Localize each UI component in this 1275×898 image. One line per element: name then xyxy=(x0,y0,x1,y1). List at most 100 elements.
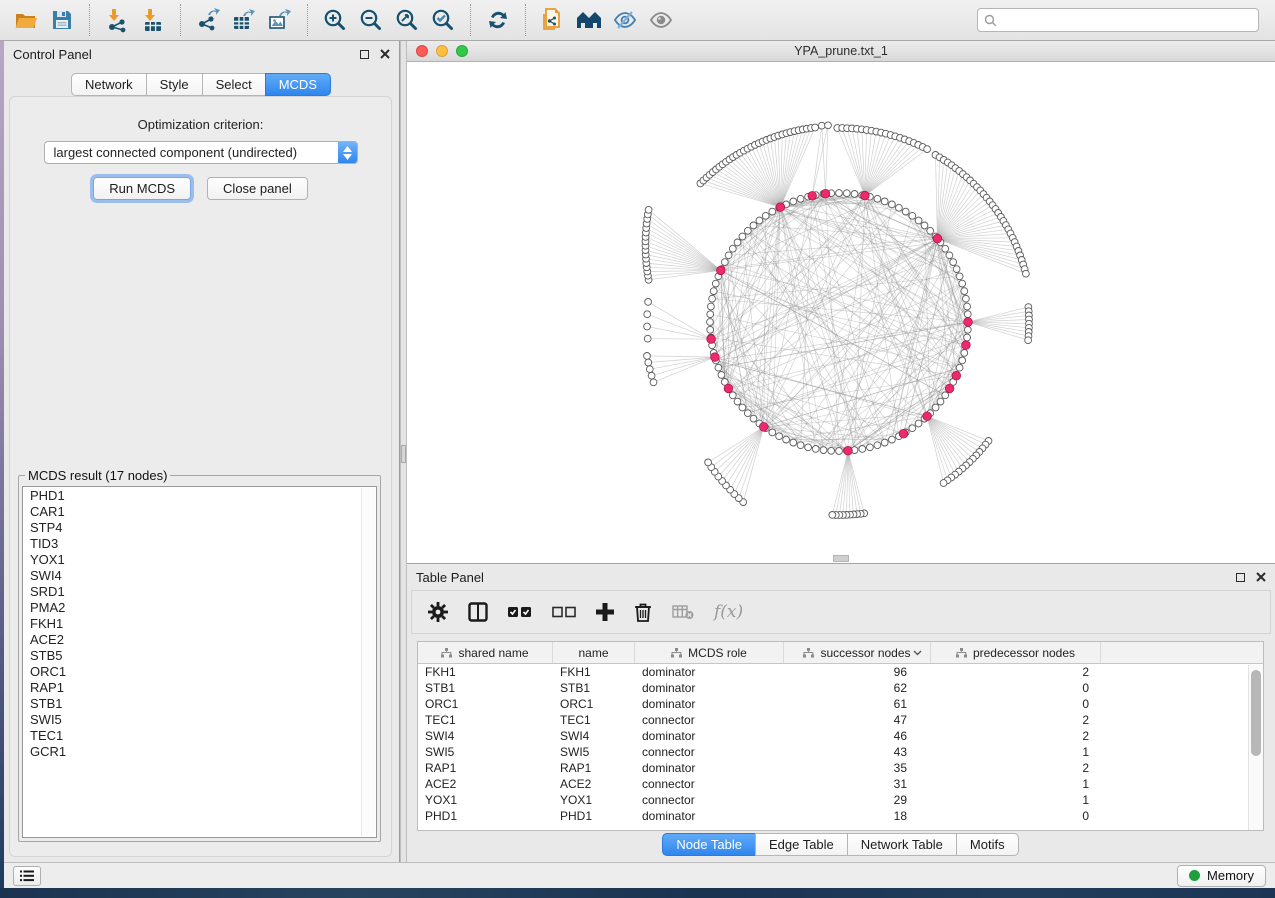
share-network-button[interactable] xyxy=(535,3,571,37)
table-cell[interactable]: 61 xyxy=(784,697,931,711)
mcds-result-item[interactable]: GCR1 xyxy=(23,744,376,760)
network-node[interactable] xyxy=(924,146,931,153)
table-cell[interactable]: 0 xyxy=(931,809,1101,823)
table-cell[interactable]: connector xyxy=(635,745,784,759)
table-cell[interactable]: TEC1 xyxy=(418,713,553,727)
table-cell[interactable]: dominator xyxy=(635,809,784,823)
mcds-result-item[interactable]: TID3 xyxy=(23,536,376,552)
table-cell[interactable]: 1 xyxy=(931,777,1101,791)
save-session-button[interactable] xyxy=(44,3,80,37)
network-node[interactable] xyxy=(705,459,712,466)
network-node[interactable] xyxy=(644,335,651,342)
network-node[interactable] xyxy=(729,392,736,399)
network-node[interactable] xyxy=(932,404,939,411)
network-node[interactable] xyxy=(874,442,881,449)
network-node[interactable] xyxy=(915,420,922,427)
network-node[interactable] xyxy=(645,359,652,366)
network-node[interactable] xyxy=(889,436,896,443)
hide-graphics-details-button[interactable] xyxy=(607,3,643,37)
network-node[interactable] xyxy=(734,398,741,405)
column-header-shared-name[interactable]: shared name xyxy=(418,642,553,663)
network-node[interactable] xyxy=(942,245,949,252)
table-row[interactable]: SWI4SWI4dominator462 xyxy=(418,728,1263,744)
column-header-mcds-role[interactable]: MCDS role xyxy=(635,642,784,663)
select-all-button[interactable] xyxy=(508,605,532,619)
network-dominator-node[interactable] xyxy=(933,234,942,243)
network-node[interactable] xyxy=(708,303,715,310)
table-cell[interactable]: 2 xyxy=(931,761,1101,775)
network-node[interactable] xyxy=(762,212,769,219)
network-node[interactable] xyxy=(851,191,858,198)
table-cell[interactable]: 47 xyxy=(784,713,931,727)
network-node[interactable] xyxy=(942,392,949,399)
tab-network-table[interactable]: Network Table xyxy=(847,833,957,856)
table-cell[interactable]: STB1 xyxy=(553,681,635,695)
show-graphics-details-button[interactable] xyxy=(643,3,679,37)
network-node[interactable] xyxy=(889,201,896,208)
network-node[interactable] xyxy=(750,415,757,422)
open-session-button[interactable] xyxy=(8,3,44,37)
table-cell[interactable]: connector xyxy=(635,793,784,807)
table-row[interactable]: ORC1ORC1dominator610 xyxy=(418,696,1263,712)
table-cell[interactable]: 0 xyxy=(931,681,1101,695)
table-cell[interactable]: ORC1 xyxy=(418,697,553,711)
table-cell[interactable]: 1 xyxy=(931,793,1101,807)
table-cell[interactable]: 46 xyxy=(784,729,931,743)
network-dominator-node[interactable] xyxy=(717,266,726,275)
network-node[interactable] xyxy=(707,311,714,318)
mcds-result-item[interactable]: RAP1 xyxy=(23,680,376,696)
network-node[interactable] xyxy=(921,222,928,229)
table-cell[interactable]: SWI4 xyxy=(418,729,553,743)
network-node[interactable] xyxy=(902,208,909,215)
table-cell[interactable]: 18 xyxy=(784,809,931,823)
network-node[interactable] xyxy=(820,447,827,454)
network-node[interactable] xyxy=(707,319,714,326)
window-close-button[interactable] xyxy=(416,45,428,57)
network-node[interactable] xyxy=(718,372,725,379)
network-node[interactable] xyxy=(1025,337,1032,344)
network-node[interactable] xyxy=(756,217,763,224)
network-overview-button[interactable] xyxy=(571,3,607,37)
network-node[interactable] xyxy=(797,442,804,449)
network-node[interactable] xyxy=(710,288,717,295)
table-cell[interactable]: STB1 xyxy=(418,681,553,695)
network-node[interactable] xyxy=(805,444,812,451)
network-node[interactable] xyxy=(828,447,835,454)
network-node[interactable] xyxy=(946,252,953,259)
network-node[interactable] xyxy=(729,245,736,252)
table-cell[interactable]: connector xyxy=(635,713,784,727)
network-node[interactable] xyxy=(644,323,651,330)
table-scrollbar-thumb[interactable] xyxy=(1251,670,1261,756)
delete-column-button[interactable] xyxy=(634,602,652,622)
table-cell[interactable]: dominator xyxy=(635,681,784,695)
tab-mcds[interactable]: MCDS xyxy=(265,73,331,96)
memory-button[interactable]: Memory xyxy=(1177,865,1266,887)
network-node[interactable] xyxy=(881,439,888,446)
horizontal-splitter-handle[interactable] xyxy=(833,555,849,562)
refresh-layout-button[interactable] xyxy=(480,3,516,37)
network-node[interactable] xyxy=(709,295,716,302)
show-task-history-button[interactable] xyxy=(13,866,41,886)
network-node[interactable] xyxy=(790,198,797,205)
delete-table-button[interactable] xyxy=(672,604,694,620)
network-dominator-node[interactable] xyxy=(923,412,932,421)
network-dominator-node[interactable] xyxy=(964,318,973,327)
table-row[interactable]: PHD1PHD1dominator180 xyxy=(418,808,1263,824)
table-cell[interactable]: ACE2 xyxy=(553,777,635,791)
network-node[interactable] xyxy=(964,326,971,333)
import-table-button[interactable] xyxy=(135,3,171,37)
network-node[interactable] xyxy=(964,303,971,310)
table-scrollbar-track[interactable] xyxy=(1248,665,1263,830)
tab-network[interactable]: Network xyxy=(71,73,147,96)
zoom-fit-button[interactable] xyxy=(389,3,425,37)
network-dominator-node[interactable] xyxy=(808,192,817,201)
network-node[interactable] xyxy=(963,295,970,302)
network-node[interactable] xyxy=(953,266,960,273)
table-cell[interactable]: dominator xyxy=(635,729,784,743)
network-node[interactable] xyxy=(940,480,947,487)
table-cell[interactable]: 2 xyxy=(931,729,1101,743)
mcds-result-item[interactable]: SWI5 xyxy=(23,712,376,728)
table-cell[interactable]: dominator xyxy=(635,665,784,679)
network-node[interactable] xyxy=(881,198,888,205)
network-node[interactable] xyxy=(707,326,714,333)
